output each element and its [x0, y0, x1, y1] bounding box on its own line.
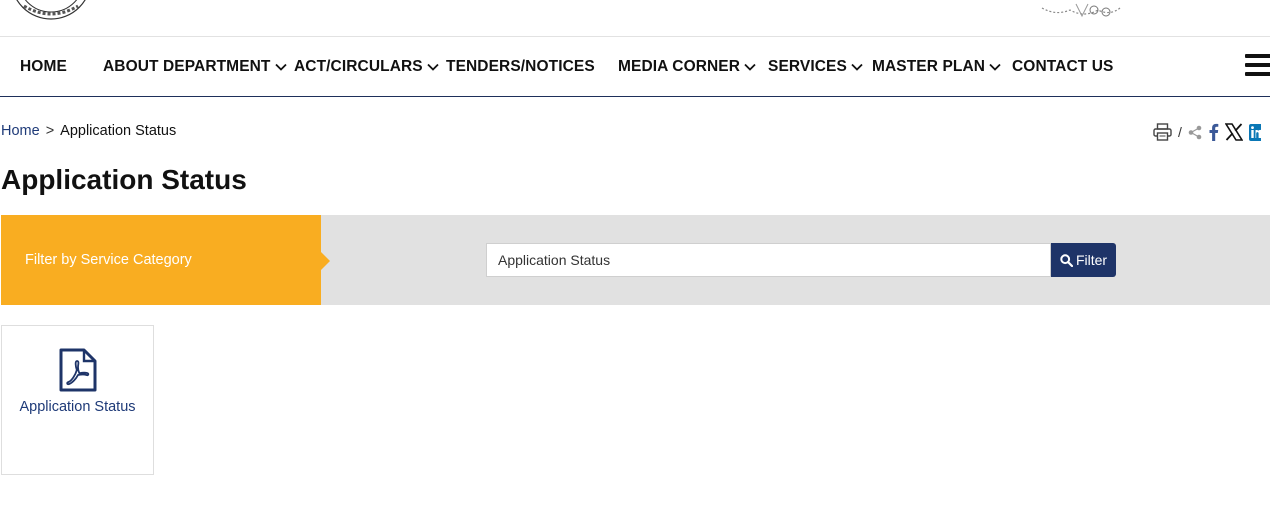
department-logo — [1041, 3, 1121, 18]
nav-item-media-corner[interactable]: MEDIA CORNER — [618, 38, 756, 96]
nav-item-label: ABOUT DEPARTMENT — [103, 58, 271, 75]
x-icon[interactable] — [1224, 123, 1243, 141]
facebook-icon[interactable] — [1208, 123, 1219, 141]
chevron-down-icon — [989, 63, 1001, 71]
search-icon — [1060, 253, 1073, 267]
chevron-down-icon — [427, 63, 439, 71]
nav-item-contact-us[interactable]: CONTACT US — [1012, 38, 1113, 96]
filter-button-label: Filter — [1075, 252, 1108, 268]
main-navigation: HOME ABOUT DEPARTMENT ACT/CIRCULARS TEND… — [0, 38, 1270, 97]
top-header — [0, 0, 1270, 37]
share-icon[interactable] — [1188, 125, 1202, 140]
service-card[interactable]: Application Status — [1, 325, 154, 475]
filter-label-box: Filter by Service Category — [1, 215, 330, 305]
nav-item-services[interactable]: SERVICES — [768, 38, 863, 96]
nav-item-label: MEDIA CORNER — [618, 58, 741, 75]
hamburger-menu-icon[interactable] — [1245, 54, 1270, 78]
nav-item-about-department[interactable]: ABOUT DEPARTMENT — [103, 38, 287, 96]
chevron-down-icon — [744, 63, 756, 71]
nav-item-home[interactable]: HOME — [20, 38, 67, 96]
nav-item-label: MASTER PLAN — [872, 58, 986, 75]
filter-label: Filter by Service Category — [25, 252, 192, 268]
nav-item-tenders-notices[interactable]: TENDERS/NOTICES — [446, 38, 595, 96]
share-tools: / — [1153, 121, 1261, 143]
nav-item-label: SERVICES — [768, 58, 847, 75]
nav-item-label: HOME — [20, 58, 67, 75]
page-title: Application Status — [1, 164, 247, 195]
filter-bar: Filter by Service Category Filter — [1, 215, 1270, 305]
service-card-label: Application Status — [19, 399, 136, 415]
service-category-select[interactable] — [486, 243, 1051, 277]
share-separator: / — [1178, 124, 1182, 140]
nav-item-master-plan[interactable]: MASTER PLAN — [872, 38, 1001, 96]
nav-item-label: CONTACT US — [1012, 58, 1114, 75]
nav-item-act-circulars[interactable]: ACT/CIRCULARS — [294, 38, 439, 96]
emblem-logo — [16, 0, 86, 20]
nav-item-label: ACT/CIRCULARS — [294, 58, 423, 75]
filter-button[interactable]: Filter — [1051, 243, 1116, 277]
linkedin-icon[interactable] — [1248, 123, 1261, 141]
chevron-down-icon — [851, 63, 863, 71]
print-icon[interactable] — [1153, 123, 1172, 141]
breadcrumb: Home > Application Status — [1, 123, 176, 139]
pdf-file-icon — [59, 348, 97, 392]
nav-item-label: TENDERS/NOTICES — [446, 58, 595, 75]
breadcrumb-home-link[interactable]: Home — [1, 123, 40, 139]
breadcrumb-separator: > — [45, 123, 55, 139]
breadcrumb-current: Application Status — [60, 123, 177, 139]
chevron-down-icon — [274, 63, 287, 71]
